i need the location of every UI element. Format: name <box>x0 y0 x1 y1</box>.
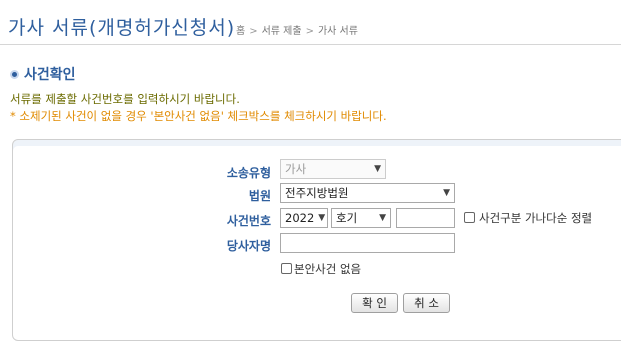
chevron-down-icon: ▼ <box>379 213 386 223</box>
sort-checkbox[interactable] <box>464 212 475 223</box>
no-case-notice: * 소제기된 사건이 없을 경우 '본안사건 없음' 체크박스를 체크하시기 바… <box>10 109 387 123</box>
case-number-label: 사건번호 <box>226 214 271 228</box>
chevron-down-icon: ▼ <box>374 164 381 174</box>
year-value: 2022 <box>285 211 315 225</box>
breadcrumb-current: 가사 서류 <box>317 26 358 37</box>
breadcrumb-separator: > <box>305 26 314 37</box>
case-form: 소송유형 가사 ▼ 법원 전주지방법원 ▼ 사건번호 2022 ▼ 호기 ▼ 사… <box>12 139 621 341</box>
section-header: 사건확인 <box>10 64 76 84</box>
no-case-checkbox-label: 본안사건 없음 <box>294 262 362 276</box>
cancel-button[interactable]: 취 소 <box>403 293 450 313</box>
breadcrumb-separator: > <box>249 26 258 37</box>
case-code-select[interactable]: 호기 ▼ <box>331 208 391 228</box>
case-type-value: 가사 <box>285 162 307 176</box>
instruction-text: 서류를 제출할 사건번호를 입력하시기 바랍니다. <box>10 92 240 106</box>
case-type-label: 소송유형 <box>226 166 271 180</box>
sort-checkbox-label: 사건구분 가나다순 정렬 <box>479 211 593 225</box>
case-type-select: 가사 ▼ <box>280 159 386 179</box>
breadcrumb: 홈 > 서류 제출 > 가사 서류 <box>236 22 358 37</box>
breadcrumb-home[interactable]: 홈 <box>236 26 245 37</box>
court-select[interactable]: 전주지방법원 ▼ <box>280 183 455 203</box>
page-title: 가사 서류(개명허가신청서) <box>8 17 236 39</box>
case-code-value: 호기 <box>336 211 358 225</box>
year-select[interactable]: 2022 ▼ <box>280 208 328 228</box>
confirm-button[interactable]: 확 인 <box>351 293 398 313</box>
court-label: 법원 <box>248 189 271 203</box>
bullet-icon <box>10 69 19 79</box>
party-name-label: 당사자명 <box>226 239 271 253</box>
court-value: 전주지방법원 <box>285 186 349 200</box>
title-bar: 가사 서류(개명허가신청서) 홈 > 서류 제출 > 가사 서류 <box>0 0 621 45</box>
section-title: 사건확인 <box>24 67 76 83</box>
breadcrumb-submit[interactable]: 서류 제출 <box>262 26 302 37</box>
party-name-input[interactable] <box>280 233 455 253</box>
no-case-checkbox[interactable] <box>281 263 292 274</box>
case-number-input[interactable] <box>396 208 455 228</box>
chevron-down-icon: ▼ <box>443 188 450 198</box>
chevron-down-icon: ▼ <box>318 213 326 223</box>
